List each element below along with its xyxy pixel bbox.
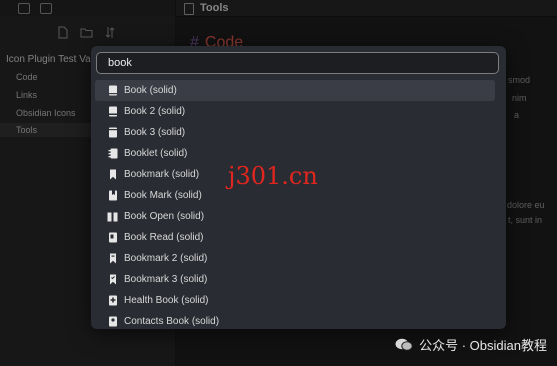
book-2-solid-icon [107,106,118,117]
result-item[interactable]: Booklet (solid) [95,143,495,164]
book-solid-icon [107,85,118,96]
icon-search-input[interactable] [97,53,498,73]
book-3-solid-icon [107,127,118,138]
wechat-watermark-text: 公众号 · Obsidian教程 [419,338,547,353]
result-label: Book Mark (solid) [124,190,202,201]
site-watermark: j301.cn [228,162,318,190]
book-mark-solid-icon [107,190,118,201]
booklet-solid-icon [107,148,118,159]
result-item[interactable]: Book 2 (solid) [95,101,495,122]
result-label: Bookmark (solid) [124,169,200,180]
contacts-book-solid-icon [107,316,118,327]
bookmark-2-solid-icon [107,253,118,264]
result-label: Book 3 (solid) [124,127,186,138]
result-label: Bookmark 2 (solid) [124,253,208,264]
result-label: Book (solid) [124,85,177,96]
result-label: Book Read (solid) [124,232,204,243]
result-label: Book Open (solid) [124,211,205,222]
bookmark-3-solid-icon [107,274,118,285]
icon-results-list: Book (solid) Book 2 (solid) Book 3 (soli… [95,80,495,329]
book-read-solid-icon [107,232,118,243]
result-item[interactable]: Book Read (solid) [95,227,495,248]
result-item[interactable]: Book 3 (solid) [95,122,495,143]
book-open-solid-icon [107,211,118,222]
result-item[interactable]: Book (solid) [95,80,495,101]
result-label: Health Book (solid) [124,295,209,306]
result-item[interactable]: Health Book (solid) [95,290,495,311]
result-label: Contacts Book (solid) [124,316,220,327]
result-label: Book 2 (solid) [124,106,186,117]
result-label: Booklet (solid) [124,148,188,159]
result-item[interactable]: Bookmark 2 (solid) [95,248,495,269]
health-book-solid-icon [107,295,118,306]
search-box [96,52,499,74]
result-item[interactable]: Contacts Book (solid) [95,311,495,329]
result-item[interactable]: Bookmark 3 (solid) [95,269,495,290]
wechat-watermark: 公众号 · Obsidian教程 [395,335,547,354]
result-item[interactable]: Book Open (solid) [95,206,495,227]
result-label: Bookmark 3 (solid) [124,274,208,285]
wechat-icon [395,338,413,351]
bookmark-solid-icon [107,169,118,180]
